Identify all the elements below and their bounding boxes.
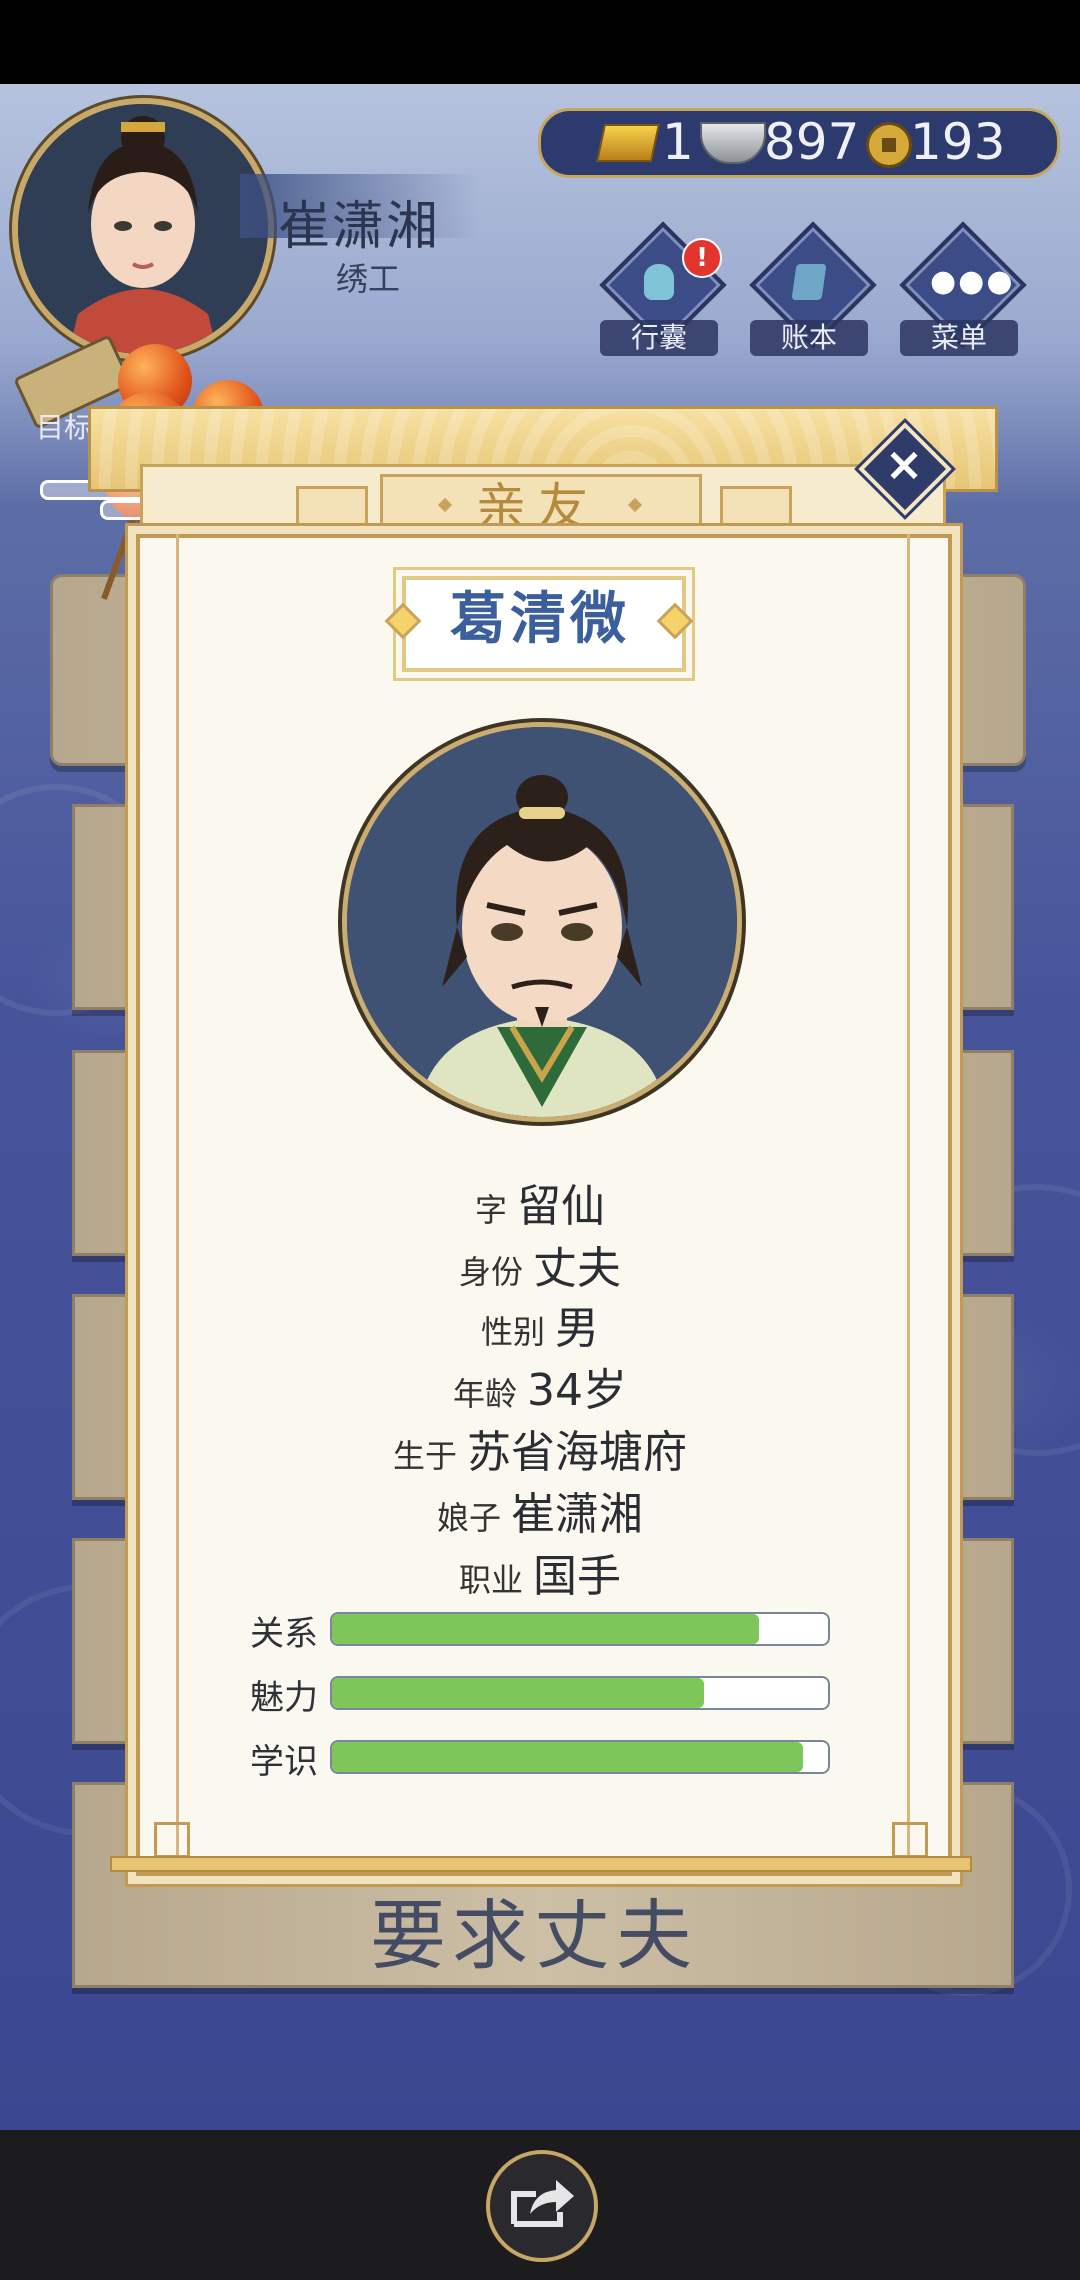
paper-corner xyxy=(892,1822,928,1858)
notification-badge: ! xyxy=(682,238,722,278)
info-value: 苏省海塘府 xyxy=(467,1427,687,1478)
info-key: 字 xyxy=(474,1191,507,1229)
player-avatar[interactable] xyxy=(12,98,274,360)
paper-corner xyxy=(154,1822,190,1858)
title-ornament-box xyxy=(720,486,792,536)
bag-button-label: 行囊 xyxy=(600,320,718,356)
ledger-icon xyxy=(791,264,827,300)
ledger-button[interactable]: 账本 xyxy=(749,221,877,356)
share-button[interactable] xyxy=(486,2150,598,2262)
info-value: 崔潇湘 xyxy=(511,1489,643,1540)
info-row-wife: 娘子 崔潇湘 xyxy=(136,1478,944,1542)
info-value: 丈夫 xyxy=(533,1243,621,1294)
coin-count: 193 xyxy=(910,113,1006,171)
stat-fill-relationship xyxy=(332,1614,759,1644)
info-row-gender: 性别男 xyxy=(136,1292,944,1356)
info-key: 年龄 xyxy=(452,1375,517,1413)
info-row-identity: 身份 丈夫 xyxy=(136,1232,944,1296)
share-icon xyxy=(511,2180,574,2227)
stat-bar-charm xyxy=(330,1676,830,1710)
stat-label-relationship: 关系 xyxy=(250,1614,318,1654)
copper-coin-icon xyxy=(866,122,912,168)
stat-bar-relationship xyxy=(330,1612,830,1646)
info-key: 生于 xyxy=(392,1437,457,1475)
stat-label-charm: 魅力 xyxy=(250,1678,318,1718)
info-row-occupation: 职业 国手 xyxy=(136,1540,944,1604)
stat-bar-knowledge xyxy=(330,1740,830,1774)
modal-scroll-bottom xyxy=(110,1856,972,1872)
npc-portrait xyxy=(342,722,742,1122)
player-name: 崔潇湘 xyxy=(278,197,441,257)
menu-button[interactable]: ●●● 菜单 xyxy=(899,221,1027,356)
more-dots-icon: ●●● xyxy=(930,264,1015,299)
modal-title: 亲友 xyxy=(476,478,600,536)
info-row-courtesy-name: 字留仙 xyxy=(136,1170,944,1234)
target-label: 目标 xyxy=(36,411,93,444)
stat-fill-charm xyxy=(332,1678,704,1708)
info-key: 身份 xyxy=(458,1253,523,1291)
info-key: 娘子 xyxy=(436,1499,501,1537)
info-key: 性别 xyxy=(480,1313,545,1351)
info-value: 留仙 xyxy=(517,1181,605,1232)
stat-fill-knowledge xyxy=(332,1742,804,1772)
title-ornament-box xyxy=(296,486,368,536)
info-value: 34岁 xyxy=(527,1365,627,1416)
player-portrait-icon xyxy=(18,104,268,354)
ledger-button-label: 账本 xyxy=(750,320,868,356)
info-value: 男 xyxy=(555,1303,599,1354)
info-row-age: 年龄 34岁 xyxy=(136,1354,944,1418)
background-card-text: 要求丈夫 xyxy=(370,1891,698,1980)
gold-bar-icon xyxy=(595,124,661,162)
bag-icon xyxy=(644,264,674,300)
player-job: 绣工 xyxy=(336,260,401,298)
menu-button-label: 菜单 xyxy=(900,320,1018,356)
stat-label-knowledge: 学识 xyxy=(250,1742,318,1782)
info-key: 职业 xyxy=(458,1561,523,1599)
close-icon[interactable]: × xyxy=(872,432,936,496)
info-value: 国手 xyxy=(533,1551,621,1602)
npc-portrait-icon xyxy=(347,727,737,1117)
gold-count: 1 xyxy=(662,113,694,171)
silver-count: 897 xyxy=(764,113,860,171)
info-row-birthplace: 生于 苏省海塘府 xyxy=(136,1416,944,1480)
npc-name: 葛清微 xyxy=(450,587,630,652)
